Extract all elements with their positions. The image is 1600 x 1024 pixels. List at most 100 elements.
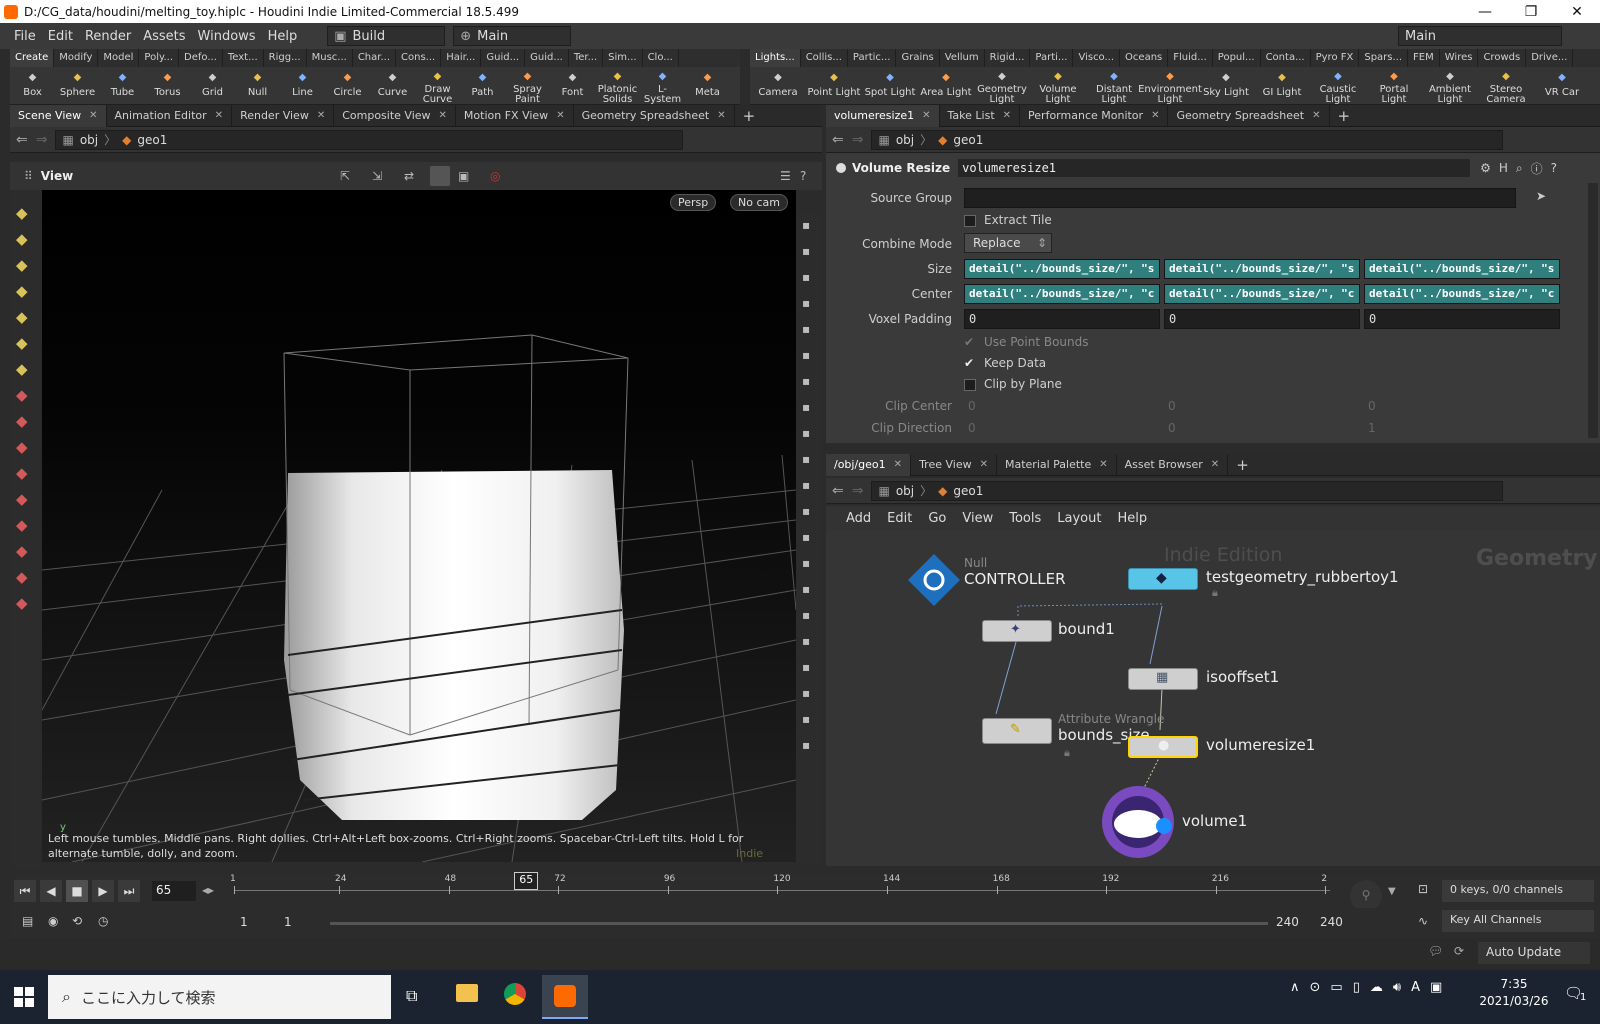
param-scrollbar[interactable] [1588,183,1598,438]
pane-tab[interactable]: /obj/geo1 ✕ [826,453,912,476]
shelf-tool[interactable]: ◆ Box [10,67,55,105]
square-display-icon[interactable]: ▪ [802,634,810,648]
close-tab-icon[interactable]: ✕ [317,105,325,127]
close-tab-icon[interactable]: ✕ [980,454,988,476]
cloud-icon[interactable]: ☁︎ [1370,980,1383,995]
network-menu-item[interactable]: View [954,511,1001,526]
shelf-tool[interactable]: ◆ Area Light [918,67,974,105]
keys-channels-box[interactable]: 0 keys, 0/0 channels [1442,880,1594,902]
pane-tab[interactable]: Render View ✕ [232,104,335,127]
center-y-field[interactable]: detail("../bounds_size/", "c [1164,284,1360,304]
channel-icon[interactable]: ⊡ [1418,882,1428,896]
network-menu-item[interactable]: Help [1109,511,1155,526]
network-path-field[interactable]: ▦ obj 〉 ◆ geo1 [871,480,1504,501]
pen-display-icon[interactable]: ▪ [802,478,810,492]
camera-tool-icon[interactable]: ◆ [16,490,28,508]
menu-edit[interactable]: Edit [42,29,79,44]
pane-tab[interactable]: Scene View ✕ [10,104,107,127]
viewport-options-icon[interactable]: ☰ [780,169,791,183]
shelf-tool[interactable]: ◆ Font [550,67,595,105]
sphere-display-icon[interactable]: ▪ [802,322,810,336]
num-display-icon[interactable]: ▪ [802,504,810,518]
curve-display-icon[interactable]: ▪ [802,556,810,570]
shelf-tab[interactable]: Poly... [139,49,180,67]
size-y-field[interactable]: detail("../bounds_size/", "s [1164,259,1360,279]
main-selector[interactable]: Main [1398,26,1562,46]
node-name-field[interactable]: volumeresize1 [958,159,1471,177]
shelf-tab[interactable]: Oceans [1120,49,1169,67]
close-tab-icon[interactable]: ✕ [1099,454,1107,476]
right-path-field[interactable]: ▦ obj 〉 ◆ geo1 [871,129,1504,150]
info-display-icon[interactable]: ▪ [802,738,810,752]
shelf-tab[interactable]: Musc... [307,49,353,67]
shelf-tab[interactable]: Modify [54,49,99,67]
shelf-tool[interactable]: ◆ Draw Curve [415,67,460,105]
keep-data-check-icon[interactable]: ✔ [964,356,974,370]
camera-menu-button[interactable]: No cam [730,194,788,211]
pin2-display-icon[interactable]: ▪ [802,712,810,726]
wireframe-toggle-icon[interactable] [430,166,450,186]
shelf-tab[interactable]: Grains [896,49,940,67]
add-tab-icon[interactable]: + [743,107,756,125]
windows-start-icon[interactable] [14,987,34,1007]
shelf-tab[interactable]: Spars... [1359,49,1409,67]
grid-display-icon[interactable]: ▪ [802,582,810,596]
shelf-tool[interactable]: ◆ Distant Light [1086,67,1142,105]
shelf-tab[interactable]: Model [98,49,140,67]
stop-button[interactable]: ■ [66,880,88,902]
network-menu-item[interactable]: Edit [879,511,920,526]
audio-icon[interactable]: ◉ [48,914,58,928]
back-arrow-icon[interactable]: ⇐ [832,483,844,499]
cross-display-icon[interactable]: ▪ [802,296,810,310]
taskbar-search[interactable]: ⌕ ここに入力して検索 [48,975,391,1019]
menu-file[interactable]: File [8,29,42,44]
network-menu-item[interactable]: Add [838,511,879,526]
loop-icon[interactable]: ⟲ [72,914,82,928]
shelf-tab[interactable]: Rigg... [264,49,307,67]
pane-tab[interactable]: Composite View ✕ [334,104,456,127]
use-point-bounds-check-icon[interactable]: ✔ [964,335,974,349]
shelf-tool[interactable]: ◆ L-System [640,67,685,105]
clock[interactable]: 7:35 2021/03/26 [1470,976,1558,1010]
shelf-tab[interactable]: Defo... [179,49,223,67]
key-all-channels-select[interactable]: Key All Channels [1442,910,1594,932]
pin-tool-icon[interactable]: ◆ [16,360,28,378]
shelf-tool[interactable]: ◆ Spray Paint [505,67,550,105]
pane-tab[interactable]: Asset Browser ✕ [1117,453,1229,476]
close-tab-icon[interactable]: ✕ [439,105,447,127]
scale-tool-icon[interactable]: ◆ [16,282,28,300]
persp-menu-button[interactable]: Persp [670,194,717,211]
pin-display-icon[interactable]: ▪ [802,530,810,544]
voxel-padding-z[interactable]: 0 [1364,309,1560,329]
snap-tool-icon[interactable]: ⇲ [372,169,382,183]
abc-display-icon[interactable]: ▪ [802,660,810,674]
back-arrow-icon[interactable]: ⇐ [16,132,28,148]
shelf-tab[interactable]: Drive... [1526,49,1574,67]
pane-tab[interactable]: Tree View ✕ [911,453,997,476]
close-button[interactable]: ✕ [1554,0,1600,23]
combine-mode-select[interactable]: Replace ⇕ [964,233,1052,253]
info-icon[interactable]: ⓘ [1531,160,1543,177]
pose-tool-icon[interactable]: ◆ [16,334,28,352]
shelf-tool[interactable]: ◆ Environment Light [1138,67,1202,105]
shelf-tool[interactable]: ◆ Circle [325,67,370,105]
box-display-icon[interactable]: ▪ [802,452,810,466]
shelf-tool[interactable]: ◆ Grid [190,67,235,105]
close-tab-icon[interactable]: ✕ [89,105,97,127]
pane-tab[interactable]: Take List ✕ [940,104,1021,127]
voxel-padding-x[interactable]: 0 [964,309,1160,329]
shelf-tool[interactable]: ◆ Platonic Solids [595,67,640,105]
handle-tool-icon[interactable]: ◆ [16,308,28,326]
snap-tool-icon[interactable]: ◆ [16,464,28,482]
rotate-tool-icon[interactable]: ◆ [16,256,28,274]
voxel-padding-y[interactable]: 0 [1164,309,1360,329]
center-x-field[interactable]: detail("../bounds_size/", "c [964,284,1160,304]
shelf-tab[interactable]: Lights... [750,49,801,67]
auto-update-select[interactable]: Auto Update [1478,942,1590,964]
shelf-tab[interactable]: Conta... [1261,49,1311,67]
shelf-tab[interactable]: Ter... [569,49,604,67]
render-region-icon[interactable]: ◎ [490,169,500,183]
forward-arrow-icon[interactable]: ⇒ [852,132,864,148]
range-end-field[interactable]: 240 [1276,915,1299,929]
add-tab-icon[interactable]: + [1338,107,1351,125]
